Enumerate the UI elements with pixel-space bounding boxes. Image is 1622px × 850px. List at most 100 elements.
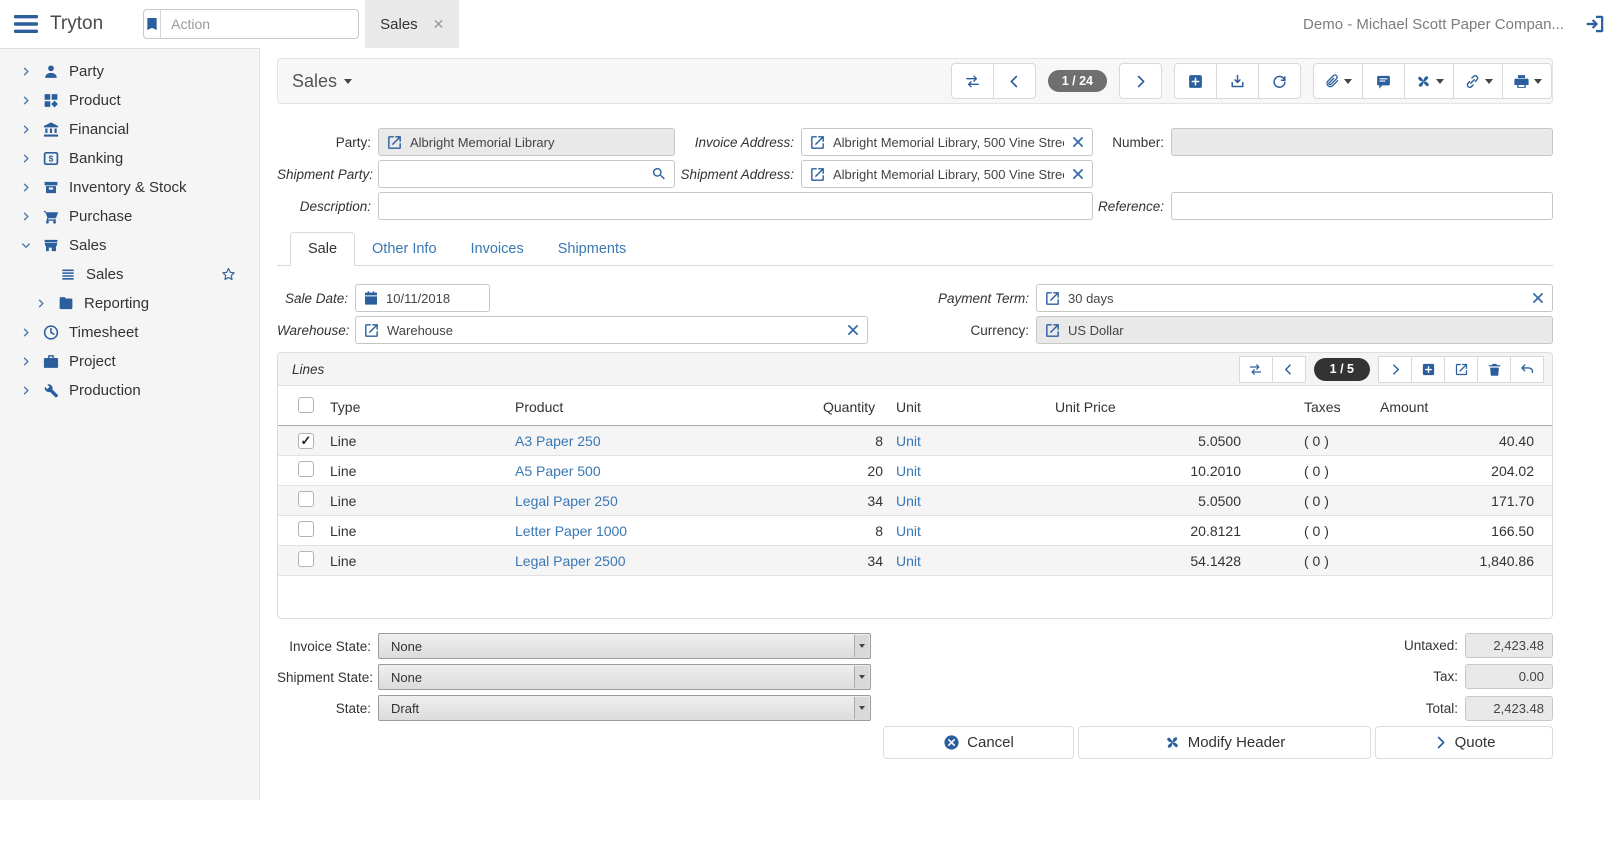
cancel-button[interactable]: Cancel: [883, 726, 1074, 759]
invoice-state-select[interactable]: None: [378, 633, 871, 659]
unit-link[interactable]: Unit: [896, 433, 921, 449]
launch-action-button[interactable]: [1404, 63, 1454, 99]
row-checkbox[interactable]: [298, 551, 314, 567]
chevron-right-icon[interactable]: [20, 153, 32, 164]
select-all-checkbox[interactable]: [298, 397, 314, 413]
shipment-state-select[interactable]: None: [378, 664, 871, 690]
sidebar-item-timesheet[interactable]: Timesheet: [0, 318, 259, 347]
reference-field[interactable]: [1171, 192, 1553, 220]
sidebar-item-reporting[interactable]: Reporting: [0, 289, 259, 318]
sidebar-item-banking[interactable]: $ Banking: [0, 144, 259, 173]
number-field[interactable]: [1171, 128, 1553, 156]
next-record-button[interactable]: [1119, 63, 1162, 99]
chevron-right-icon[interactable]: [20, 124, 32, 135]
chevron-right-icon[interactable]: [20, 182, 32, 193]
view-title-menu[interactable]: Sales: [292, 71, 352, 92]
action-search-box[interactable]: [143, 9, 359, 39]
shipment-party-field[interactable]: [378, 160, 675, 188]
open-record-icon[interactable]: [809, 166, 826, 183]
calendar-icon[interactable]: [363, 290, 379, 306]
payment-term-field[interactable]: 30 days: [1036, 284, 1553, 312]
column-header-type[interactable]: Type: [318, 386, 503, 426]
window-tab-sales[interactable]: Sales ✕: [365, 0, 459, 48]
chevron-down-icon[interactable]: [20, 240, 32, 251]
state-select[interactable]: Draft: [378, 695, 871, 721]
product-link[interactable]: A5 Paper 500: [515, 463, 601, 479]
clear-icon[interactable]: [1071, 135, 1085, 149]
open-record-icon[interactable]: [1044, 322, 1061, 339]
product-link[interactable]: Letter Paper 1000: [515, 523, 627, 539]
table-row[interactable]: Line A5 Paper 500 20 Unit 10.2010 ( 0 ) …: [278, 456, 1553, 486]
column-header-amount[interactable]: Amount: [1380, 386, 1553, 426]
chevron-right-icon[interactable]: [20, 95, 32, 106]
relate-button[interactable]: [1453, 63, 1503, 99]
switch-view-button[interactable]: [951, 63, 994, 99]
open-record-icon[interactable]: [386, 134, 403, 151]
description-field[interactable]: [378, 192, 1093, 220]
unit-link[interactable]: Unit: [896, 523, 921, 539]
lines-add-button[interactable]: [1411, 356, 1445, 383]
column-header-taxes[interactable]: Taxes: [1250, 386, 1380, 426]
tab-other-info[interactable]: Other Info: [355, 232, 453, 265]
product-link[interactable]: A3 Paper 250: [515, 433, 601, 449]
attachment-button[interactable]: [1313, 63, 1363, 99]
product-link[interactable]: Legal Paper 2500: [515, 553, 626, 569]
product-link[interactable]: Legal Paper 250: [515, 493, 618, 509]
unit-link[interactable]: Unit: [896, 553, 921, 569]
action-input[interactable]: [161, 16, 359, 32]
column-header-unit[interactable]: Unit: [885, 386, 1055, 426]
sidebar-item-sales-list[interactable]: Sales: [0, 260, 259, 289]
chevron-right-icon[interactable]: [35, 298, 47, 309]
unit-link[interactable]: Unit: [896, 463, 921, 479]
chevron-right-icon[interactable]: [20, 66, 32, 77]
logout-icon[interactable]: [1584, 13, 1606, 35]
lines-delete-button[interactable]: [1477, 356, 1511, 383]
reload-button[interactable]: [1258, 63, 1301, 99]
search-icon[interactable]: [651, 166, 667, 182]
sidebar-item-project[interactable]: Project: [0, 347, 259, 376]
invoice-address-field[interactable]: Albright Memorial Library, 500 Vine Stre…: [801, 128, 1093, 156]
row-checkbox[interactable]: [298, 433, 314, 449]
tab-shipments[interactable]: Shipments: [541, 232, 644, 265]
lines-open-button[interactable]: [1444, 356, 1478, 383]
row-checkbox[interactable]: [298, 461, 314, 477]
open-record-icon[interactable]: [363, 322, 380, 339]
sidebar-item-product[interactable]: Product: [0, 86, 259, 115]
bookmark-button[interactable]: [144, 10, 161, 38]
user-company-label[interactable]: Demo - Michael Scott Paper Compan...: [1303, 16, 1564, 33]
clear-icon[interactable]: [846, 323, 860, 337]
sidebar-item-party[interactable]: Party: [0, 57, 259, 86]
currency-field[interactable]: US Dollar: [1036, 316, 1553, 344]
column-header-quantity[interactable]: Quantity: [823, 386, 885, 426]
hamburger-menu-icon[interactable]: [14, 15, 38, 33]
row-checkbox[interactable]: [298, 521, 314, 537]
lines-previous-button[interactable]: [1272, 356, 1306, 383]
sidebar-item-production[interactable]: Production: [0, 376, 259, 405]
tab-sale[interactable]: Sale: [290, 232, 355, 266]
save-button[interactable]: [1216, 63, 1259, 99]
table-row[interactable]: Line Letter Paper 1000 8 Unit 20.8121 ( …: [278, 516, 1553, 546]
shipment-address-field[interactable]: Albright Memorial Library, 500 Vine Stre…: [801, 160, 1093, 188]
note-button[interactable]: [1362, 63, 1405, 99]
unit-link[interactable]: Unit: [896, 493, 921, 509]
warehouse-field[interactable]: Warehouse: [355, 316, 868, 344]
lines-undo-button[interactable]: [1510, 356, 1544, 383]
chevron-right-icon[interactable]: [20, 211, 32, 222]
sidebar-item-sales[interactable]: Sales: [0, 231, 259, 260]
quote-button[interactable]: Quote: [1375, 726, 1553, 759]
open-record-icon[interactable]: [1044, 290, 1061, 307]
chevron-right-icon[interactable]: [20, 385, 32, 396]
table-row[interactable]: Line A3 Paper 250 8 Unit 5.0500 ( 0 ) 40…: [278, 426, 1553, 456]
column-header-unit-price[interactable]: Unit Price: [1055, 386, 1250, 426]
chevron-right-icon[interactable]: [20, 327, 32, 338]
new-record-button[interactable]: [1174, 63, 1217, 99]
column-header-product[interactable]: Product: [503, 386, 823, 426]
sidebar-item-inventory-stock[interactable]: Inventory & Stock: [0, 173, 259, 202]
open-record-icon[interactable]: [809, 134, 826, 151]
table-row[interactable]: Line Legal Paper 250 34 Unit 5.0500 ( 0 …: [278, 486, 1553, 516]
row-checkbox[interactable]: [298, 491, 314, 507]
sidebar-item-purchase[interactable]: Purchase: [0, 202, 259, 231]
lines-switch-view-button[interactable]: [1239, 356, 1273, 383]
table-row[interactable]: Line Legal Paper 2500 34 Unit 54.1428 ( …: [278, 546, 1553, 576]
chevron-right-icon[interactable]: [20, 356, 32, 367]
